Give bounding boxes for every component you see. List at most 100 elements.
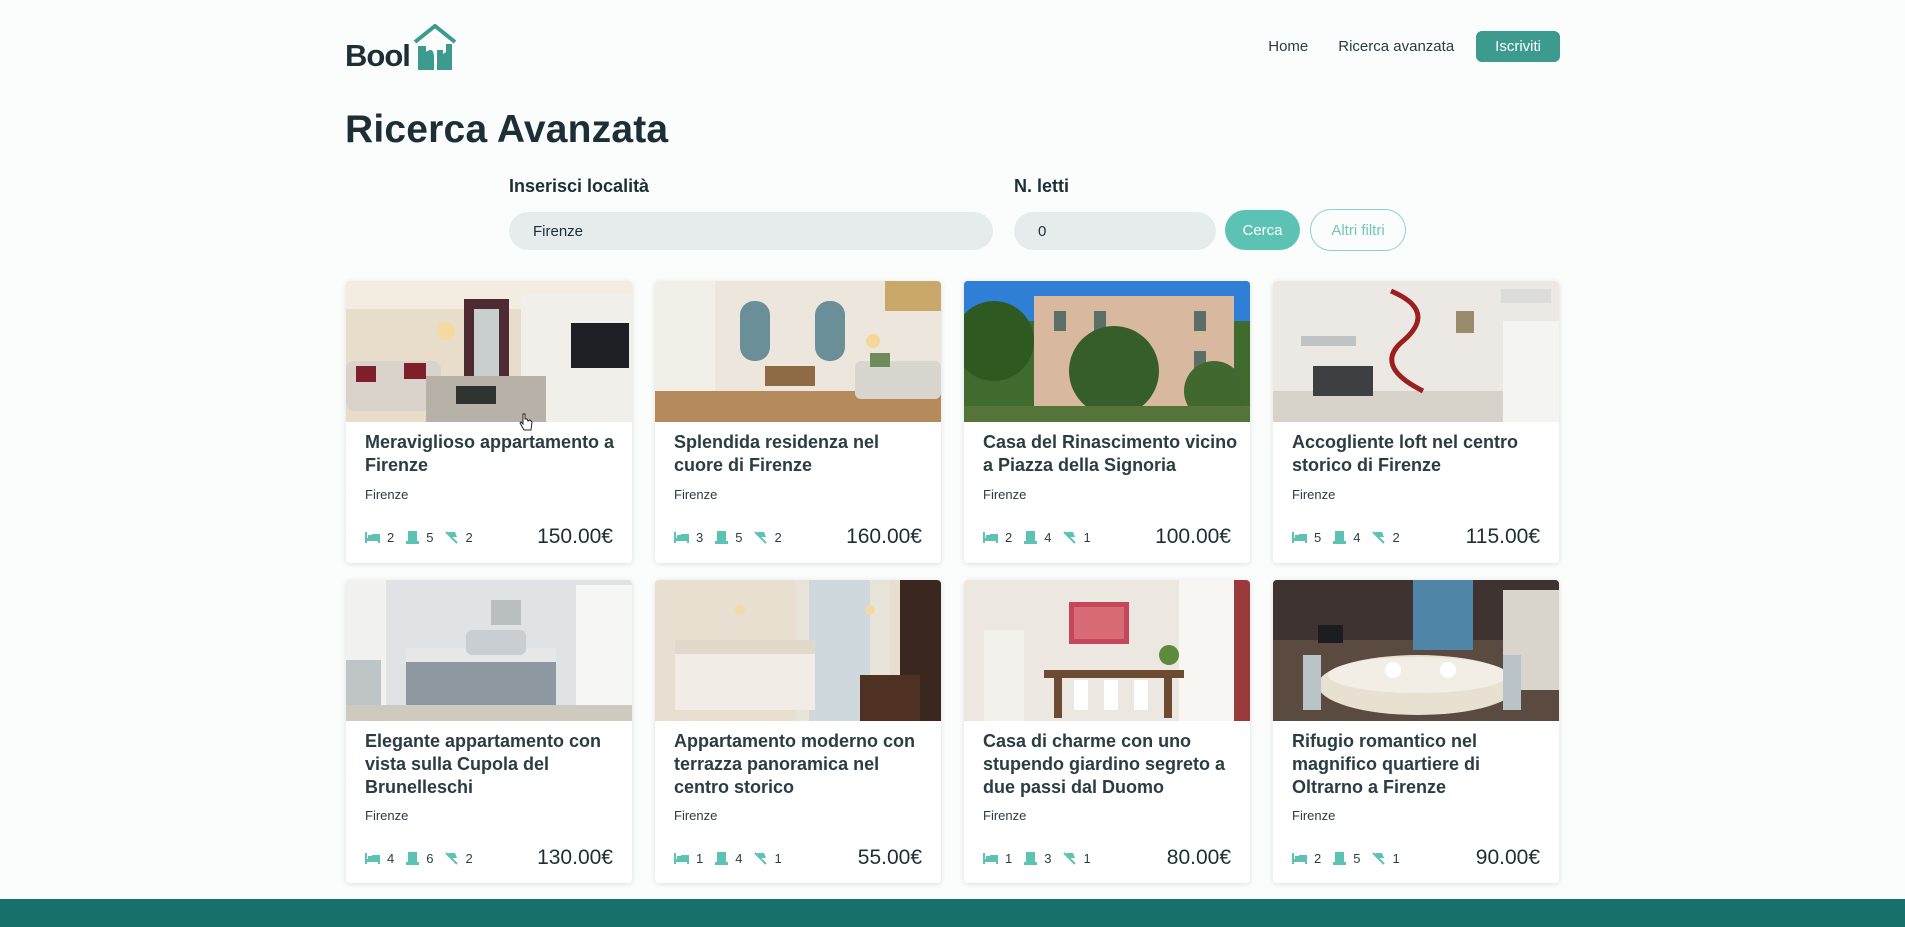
listing-specs: 4 6 2 xyxy=(365,851,485,866)
listing-photo xyxy=(346,281,632,422)
listing-card[interactable]: Casa di charme con uno stupendo giardino… xyxy=(964,580,1250,883)
bed-icon xyxy=(674,853,689,864)
room-icon xyxy=(715,852,729,865)
listing-city: Firenze xyxy=(365,808,409,823)
listing-price: 160.00€ xyxy=(846,525,922,548)
baths-count: 1 xyxy=(774,851,782,866)
listing-city: Firenze xyxy=(983,808,1027,823)
bed-icon xyxy=(983,853,998,864)
search-form: Inserisci località N. letti Cerca Altri … xyxy=(509,176,1409,254)
listing-photo xyxy=(346,580,632,721)
listing-title[interactable]: Elegante appartamento con vista sulla Cu… xyxy=(365,730,620,799)
listing-city: Firenze xyxy=(1292,808,1336,823)
signup-button[interactable]: Iscriviti xyxy=(1476,30,1560,62)
nav-advanced-search[interactable]: Ricerca avanzata xyxy=(1338,38,1454,55)
listing-photo xyxy=(655,281,941,422)
room-icon xyxy=(1333,531,1347,544)
room-icon xyxy=(1024,852,1038,865)
beds-count: 3 xyxy=(696,530,704,545)
listing-title[interactable]: Rifugio romantico nel magnifico quartier… xyxy=(1292,730,1547,799)
listing-title[interactable]: Casa del Rinascimento vicino a Piazza de… xyxy=(983,431,1238,477)
beds-count: 1 xyxy=(696,851,704,866)
listing-specs: 2 5 1 xyxy=(1292,851,1412,866)
rooms-count: 4 xyxy=(735,851,743,866)
bath-icon xyxy=(1063,531,1077,544)
beds-input[interactable] xyxy=(1014,212,1216,250)
listing-price: 150.00€ xyxy=(537,525,613,548)
listing-photo xyxy=(964,580,1250,721)
more-filters-button[interactable]: Altri filtri xyxy=(1310,209,1406,251)
beds-count: 2 xyxy=(1314,851,1322,866)
bath-icon xyxy=(754,852,768,865)
listing-title[interactable]: Splendida residenza nel cuore di Firenze xyxy=(674,431,929,477)
listing-city: Firenze xyxy=(1292,487,1336,502)
main-nav: Home Ricerca avanzata Iscriviti xyxy=(1268,30,1560,62)
bed-icon xyxy=(1292,532,1307,543)
listing-specs: 5 4 2 xyxy=(1292,530,1412,545)
listing-card[interactable]: Rifugio romantico nel magnifico quartier… xyxy=(1273,580,1559,883)
location-input[interactable] xyxy=(509,212,993,250)
bath-icon xyxy=(445,531,459,544)
listing-specs: 1 3 1 xyxy=(983,851,1103,866)
listing-card[interactable]: Accogliente loft nel centro storico di F… xyxy=(1273,281,1559,563)
listing-title[interactable]: Accogliente loft nel centro storico di F… xyxy=(1292,431,1547,477)
listing-price: 55.00€ xyxy=(857,846,922,869)
listing-card[interactable]: Splendida residenza nel cuore di Firenze… xyxy=(655,281,941,563)
beds-count: 5 xyxy=(1314,530,1322,545)
baths-count: 2 xyxy=(465,530,473,545)
listing-city: Firenze xyxy=(674,487,718,502)
listing-card[interactable]: Casa del Rinascimento vicino a Piazza de… xyxy=(964,281,1250,563)
baths-count: 1 xyxy=(1083,851,1091,866)
bed-icon xyxy=(674,532,689,543)
baths-count: 2 xyxy=(465,851,473,866)
house-logo-icon xyxy=(413,24,457,70)
bath-icon xyxy=(1372,531,1386,544)
location-label: Inserisci località xyxy=(509,176,650,196)
listing-photo xyxy=(964,281,1250,422)
room-icon xyxy=(406,852,420,865)
listing-price: 115.00€ xyxy=(1465,525,1540,548)
listing-card[interactable]: Elegante appartamento con vista sulla Cu… xyxy=(346,580,632,883)
rooms-count: 4 xyxy=(1044,530,1052,545)
room-icon xyxy=(406,531,420,544)
listing-price: 90.00€ xyxy=(1475,846,1540,869)
listing-city: Firenze xyxy=(365,487,409,502)
rooms-count: 5 xyxy=(426,530,434,545)
logo-text: Bool xyxy=(345,38,411,73)
listing-title[interactable]: Casa di charme con uno stupendo giardino… xyxy=(983,730,1238,799)
room-icon xyxy=(1024,531,1038,544)
listing-card[interactable]: Meraviglioso appartamento a Firenze Fire… xyxy=(346,281,632,563)
rooms-count: 5 xyxy=(735,530,743,545)
listing-city: Firenze xyxy=(674,808,718,823)
rooms-count: 5 xyxy=(1353,851,1361,866)
listing-specs: 2 5 2 xyxy=(365,530,485,545)
listing-card[interactable]: Appartamento moderno con terrazza panora… xyxy=(655,580,941,883)
logo[interactable]: Bool xyxy=(345,20,458,72)
bed-icon xyxy=(365,532,380,543)
page-title: Ricerca Avanzata xyxy=(345,108,669,151)
bed-icon xyxy=(983,532,998,543)
bath-icon xyxy=(1063,852,1077,865)
nav-home[interactable]: Home xyxy=(1268,38,1308,55)
rooms-count: 3 xyxy=(1044,851,1052,866)
search-button[interactable]: Cerca xyxy=(1225,210,1300,250)
listing-price: 100.00€ xyxy=(1155,525,1231,548)
listing-price: 80.00€ xyxy=(1166,846,1231,869)
bath-icon xyxy=(445,852,459,865)
room-icon xyxy=(715,531,729,544)
listing-specs: 3 5 2 xyxy=(674,530,794,545)
listing-city: Firenze xyxy=(983,487,1027,502)
mouse-cursor-icon xyxy=(519,413,533,431)
listing-title[interactable]: Meraviglioso appartamento a Firenze xyxy=(365,431,620,477)
bed-icon xyxy=(365,853,380,864)
bed-icon xyxy=(1292,853,1307,864)
bath-icon xyxy=(1372,852,1386,865)
baths-count: 2 xyxy=(1392,530,1400,545)
listing-photo xyxy=(655,580,941,721)
beds-label: N. letti xyxy=(1014,176,1070,196)
rooms-count: 4 xyxy=(1353,530,1361,545)
listing-price: 130.00€ xyxy=(537,846,613,869)
beds-count: 4 xyxy=(387,851,395,866)
listing-title[interactable]: Appartamento moderno con terrazza panora… xyxy=(674,730,929,799)
baths-count: 1 xyxy=(1083,530,1091,545)
